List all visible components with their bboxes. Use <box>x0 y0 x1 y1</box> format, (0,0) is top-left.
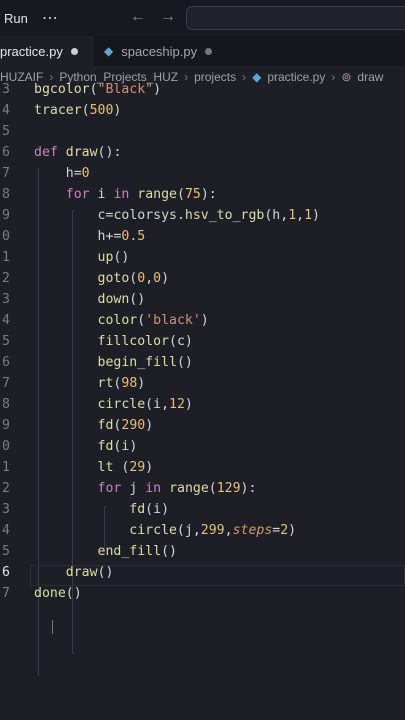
line-number: 7 <box>2 586 10 601</box>
code-line[interactable]: 4 tracer(500) <box>0 103 405 124</box>
code-text: up() <box>97 250 130 265</box>
line-number: 1 <box>2 250 10 265</box>
code-line[interactable]: 3 bgcolor("Black") <box>0 82 405 103</box>
text-cursor <box>52 620 53 634</box>
unsaved-dot-icon <box>70 47 78 55</box>
code-line[interactable]: 1 lt (29) <box>0 460 405 481</box>
code-line[interactable]: 6 def draw(): <box>0 145 405 166</box>
code-line[interactable]: 2 goto(0,0) <box>0 271 405 292</box>
line-number: 0 <box>2 439 10 454</box>
line-number: 6 <box>2 145 10 160</box>
line-number: 5 <box>2 124 10 139</box>
more-icon[interactable]: ⋯ <box>42 8 59 28</box>
code-text: h+=0.5 <box>97 229 146 244</box>
code-line[interactable]: 7 done() <box>0 586 405 607</box>
code-line[interactable]: 6 draw() <box>0 565 405 586</box>
line-number: 2 <box>2 271 10 286</box>
line-number: 6 <box>2 355 10 370</box>
code-text: fd(i) <box>97 439 138 454</box>
code-line[interactable]: 8 for i in range(75): <box>0 187 405 208</box>
code-line[interactable]: 9 fd(290) <box>0 418 405 439</box>
code-text: end_fill() <box>97 544 177 559</box>
tab-label: spaceship.py <box>121 43 198 59</box>
code-line[interactable]: 5 <box>0 124 405 145</box>
line-number: 7 <box>2 166 10 181</box>
python-file-icon: ◆ <box>104 44 114 58</box>
code-line[interactable]: 7 rt(98) <box>0 376 405 397</box>
line-number: 4 <box>2 523 10 538</box>
line-number: 2 <box>2 481 10 496</box>
code-text: tracer(500) <box>34 103 122 118</box>
nav-arrows: ← → <box>130 8 176 26</box>
line-number: 3 <box>2 502 10 517</box>
line-number: 3 <box>2 82 10 97</box>
forward-arrow-icon[interactable]: → <box>160 8 176 26</box>
code-line[interactable]: 9 c=colorsys.hsv_to_rgb(h,1,1) <box>0 208 405 229</box>
code-text: for i in range(75): <box>65 187 217 202</box>
line-number: 4 <box>2 103 10 118</box>
code-line[interactable]: 0 fd(i) <box>0 439 405 460</box>
line-number: 1 <box>2 460 10 475</box>
code-line[interactable]: 5 end_fill() <box>0 544 405 565</box>
code-line[interactable]: 4 color('black') <box>0 313 405 334</box>
line-number: 9 <box>2 208 10 223</box>
code-line[interactable]: 0 h+=0.5 <box>0 229 405 250</box>
line-number: 5 <box>2 334 10 349</box>
editor-tabs: practice.py ◆ spaceship.py <box>0 36 405 66</box>
line-number: 5 <box>2 544 10 559</box>
code-text: def draw(): <box>34 145 122 160</box>
code-line[interactable]: 4 circle(j,299,steps=2) <box>0 523 405 544</box>
line-number: 3 <box>2 292 10 307</box>
unsaved-dot-icon <box>205 47 213 55</box>
command-center-search[interactable] <box>186 6 405 30</box>
tab-practice[interactable]: practice.py <box>0 36 94 66</box>
code-text: circle(j,299,steps=2) <box>129 523 297 538</box>
code-line[interactable]: 7 h=0 <box>0 166 405 187</box>
line-number: 0 <box>2 229 10 244</box>
code-text: goto(0,0) <box>97 271 170 286</box>
code-text: c=colorsys.hsv_to_rgb(h,1,1) <box>97 208 320 223</box>
line-number: 7 <box>2 376 10 391</box>
code-line[interactable]: 1 up() <box>0 250 405 271</box>
code-line[interactable]: 3 fd(i) <box>0 502 405 523</box>
code-text: for j in range(129): <box>97 481 257 496</box>
code-text: fd(i) <box>129 502 170 517</box>
code-text: color('black') <box>97 313 209 328</box>
code-text: circle(i,12) <box>97 397 193 412</box>
line-number: 8 <box>2 187 10 202</box>
back-arrow-icon[interactable]: ← <box>130 8 146 26</box>
code-line[interactable]: 8 circle(i,12) <box>0 397 405 418</box>
code-text: down() <box>97 292 146 307</box>
code-text: fillcolor(c) <box>97 334 193 349</box>
line-number: 6 <box>2 565 10 580</box>
title-bar: Run ⋯ ← → <box>0 0 405 36</box>
code-line[interactable]: 5 fillcolor(c) <box>0 334 405 355</box>
code-line[interactable]: 2 for j in range(129): <box>0 481 405 502</box>
menu-run[interactable]: Run <box>4 11 28 26</box>
code-text: rt(98) <box>97 376 146 391</box>
code-line[interactable]: 6 begin_fill() <box>0 355 405 376</box>
code-line[interactable]: 3 down() <box>0 292 405 313</box>
code-editor[interactable]: 3 bgcolor("Black") 4 tracer(500) 5 6 def draw(… <box>0 82 405 682</box>
code-text: draw() <box>65 565 114 580</box>
code-text: lt (29) <box>97 460 154 475</box>
code-text: bgcolor("Black") <box>34 82 162 97</box>
tab-label: practice.py <box>0 43 63 59</box>
code-text: begin_fill() <box>97 355 193 370</box>
code-text: fd(290) <box>97 418 154 433</box>
line-number: 9 <box>2 418 10 433</box>
line-number: 8 <box>2 397 10 412</box>
code-text: done() <box>34 586 82 601</box>
line-number: 4 <box>2 313 10 328</box>
code-text: h=0 <box>65 166 90 181</box>
tab-spaceship[interactable]: ◆ spaceship.py <box>94 36 224 66</box>
